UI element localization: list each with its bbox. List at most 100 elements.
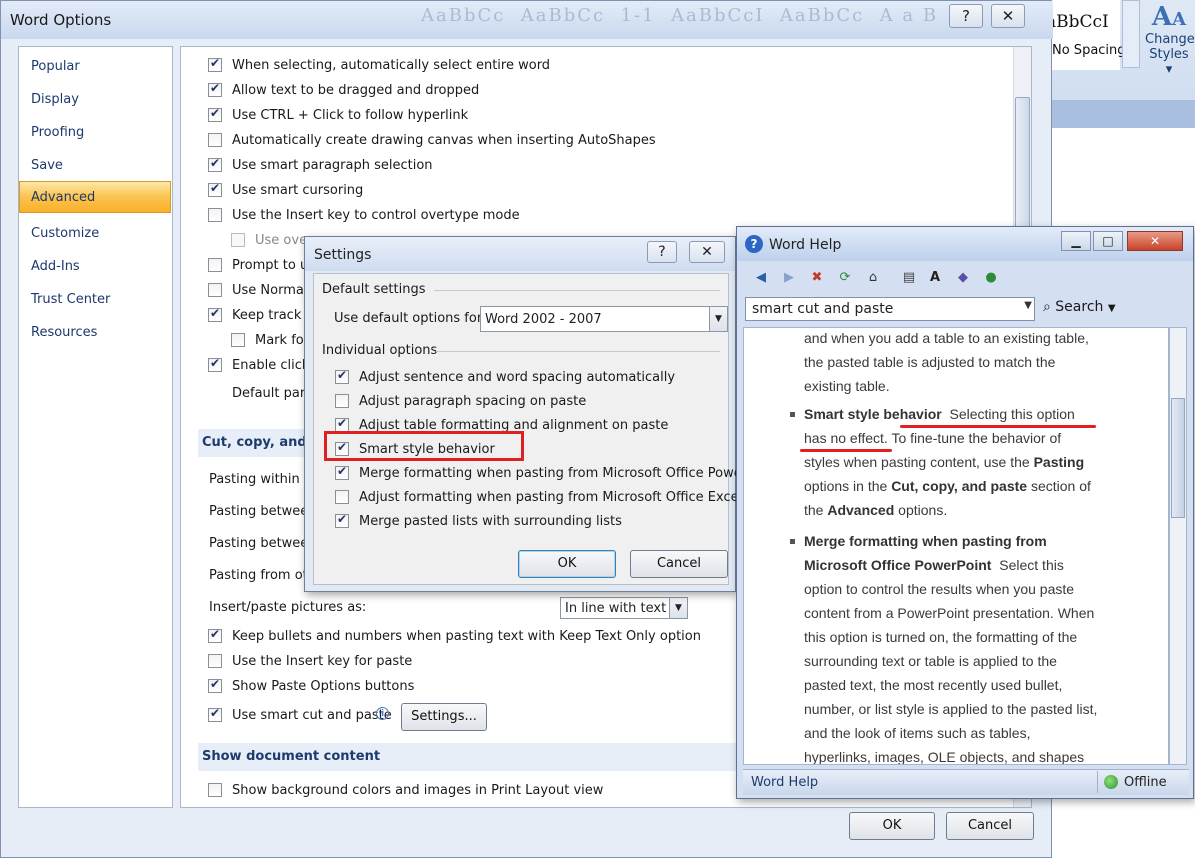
option-label: Allow text to be dragged and dropped: [232, 83, 480, 98]
checkbox[interactable]: [208, 627, 222, 643]
search-value: smart cut and paste: [752, 301, 894, 317]
checkbox[interactable]: [335, 416, 349, 432]
option-label: Use smart cursoring: [232, 183, 364, 198]
checkbox[interactable]: [208, 356, 222, 372]
checkbox[interactable]: [208, 56, 222, 72]
home-icon[interactable]: ⌂: [863, 268, 883, 288]
option-label: Use the Insert key to control overtype m…: [232, 208, 520, 223]
nav-popular[interactable]: Popular: [31, 59, 80, 74]
text-line: number, or list style is applied to the …: [804, 701, 1098, 717]
text: the: [804, 502, 824, 518]
smart-style-paragraph: Smart style behavior Selecting this opti…: [804, 402, 1124, 522]
styles-scroll-buttons[interactable]: [1122, 0, 1140, 68]
close-button[interactable]: ✕: [689, 241, 725, 263]
checkbox[interactable]: [208, 283, 222, 297]
help-button[interactable]: ?: [949, 4, 983, 28]
nav-trust-center[interactable]: Trust Center: [31, 292, 110, 307]
chevron-down-icon: ▼: [1107, 303, 1116, 314]
default-options-select[interactable]: Word 2002 - 2007 ▼: [480, 306, 728, 332]
nav-resources[interactable]: Resources: [31, 325, 97, 340]
ok-button[interactable]: OK: [849, 812, 935, 840]
pin-icon[interactable]: ●: [981, 268, 1001, 288]
refresh-icon[interactable]: ⟳: [835, 268, 855, 288]
back-icon[interactable]: ◀: [751, 268, 771, 288]
paste-setting-label: Pasting from oth: [209, 568, 317, 583]
checkbox[interactable]: [208, 133, 222, 147]
option-label: Adjust paragraph spacing on paste: [359, 394, 587, 409]
checkbox[interactable]: [208, 156, 222, 172]
option-label: Use smart cut and paste: [232, 708, 392, 723]
search-button[interactable]: ⌕ Search ▼: [1043, 299, 1116, 315]
close-button[interactable]: ✕: [1127, 231, 1183, 251]
info-icon[interactable]: i: [376, 707, 389, 720]
checkbox[interactable]: [208, 258, 222, 272]
checkbox[interactable]: [231, 333, 245, 347]
close-button[interactable]: ✕: [991, 4, 1025, 28]
chevron-down-icon[interactable]: ▼: [669, 598, 687, 618]
section-title: Show document content: [202, 749, 381, 764]
nav-advanced[interactable]: Advanced: [19, 181, 171, 213]
text-line: this option is turned on, the formatting…: [804, 629, 1078, 645]
checkbox[interactable]: [208, 706, 222, 722]
nav-display[interactable]: Display: [31, 92, 79, 107]
help-titlebar[interactable]: ? Word Help ▁ □ ✕: [737, 227, 1193, 261]
checkbox[interactable]: [208, 306, 222, 322]
checkbox[interactable]: [335, 490, 349, 504]
text: section of: [1030, 478, 1091, 494]
chevron-down-icon[interactable]: ▼: [709, 307, 727, 331]
ok-button[interactable]: OK: [518, 550, 616, 578]
text-line: pasted text, the most recently used bull…: [804, 677, 1063, 693]
maximize-button[interactable]: □: [1093, 231, 1123, 251]
settings-button[interactable]: Settings...: [401, 703, 487, 731]
scrollbar-thumb[interactable]: [1171, 398, 1185, 518]
connection-status[interactable]: Offline: [1097, 771, 1187, 793]
group-divider: [434, 290, 720, 291]
book-icon[interactable]: ◆: [953, 268, 973, 288]
settings-titlebar[interactable]: Settings ? ✕: [305, 237, 735, 271]
nav-save[interactable]: Save: [31, 158, 63, 173]
options-nav: Popular Display Proofing Save Advanced C…: [18, 46, 173, 808]
option-label: Merge formatting when pasting from Micro…: [359, 466, 780, 481]
text-line: option to control the results when you p…: [804, 581, 1075, 597]
paste-setting-label: Pasting between: [209, 504, 317, 519]
checkbox[interactable]: [208, 181, 222, 197]
style-no-spacing[interactable]: No Spacing: [1052, 43, 1126, 58]
cancel-button[interactable]: Cancel: [946, 812, 1034, 840]
print-icon[interactable]: ▤: [899, 268, 919, 288]
cancel-button[interactable]: Cancel: [630, 550, 728, 578]
word-options-titlebar[interactable]: Word Options AaBbCc AaBbCc 1-1 AaBbCcI A…: [1, 1, 1053, 39]
checkbox[interactable]: [335, 464, 349, 480]
option-label: Merge pasted lists with surrounding list…: [359, 514, 622, 529]
term-title: Smart style behavior: [804, 406, 942, 422]
select-value: In line with text: [565, 601, 667, 616]
help-search-input[interactable]: smart cut and paste ▼: [745, 297, 1035, 321]
insert-pictures-select[interactable]: In line with text ▼: [560, 597, 688, 619]
forward-icon[interactable]: ▶: [779, 268, 799, 288]
option-label: Automatically create drawing canvas when…: [232, 133, 656, 148]
nav-customize[interactable]: Customize: [31, 226, 99, 241]
checkbox[interactable]: [208, 208, 222, 222]
select-value: Word 2002 - 2007: [485, 312, 602, 327]
stop-icon[interactable]: ✖: [807, 268, 827, 288]
nav-proofing[interactable]: Proofing: [31, 125, 84, 140]
change-styles-button[interactable]: AA Change Styles ▾: [1145, 2, 1195, 77]
checkbox[interactable]: [208, 654, 222, 668]
checkbox[interactable]: [208, 106, 222, 122]
checkbox[interactable]: [335, 512, 349, 528]
help-scrollbar[interactable]: [1169, 327, 1187, 765]
help-button[interactable]: ?: [647, 241, 677, 263]
term-title: Microsoft Office PowerPoint: [804, 557, 992, 573]
chevron-down-icon[interactable]: ▼: [1024, 300, 1032, 311]
checkbox[interactable]: [208, 783, 222, 797]
option-label: Use CTRL + Click to follow hyperlink: [232, 108, 469, 123]
word-help-window: ? Word Help ▁ □ ✕ ◀ ▶ ✖ ⟳ ⌂ ▤ A ◆ ● smar…: [736, 226, 1194, 799]
option-label: Use the Insert key for paste: [232, 654, 413, 669]
checkbox[interactable]: [335, 368, 349, 384]
nav-add-ins[interactable]: Add-Ins: [31, 259, 80, 274]
minimize-button[interactable]: ▁: [1061, 231, 1091, 251]
text-size-icon[interactable]: A: [925, 268, 945, 288]
status-word-help[interactable]: Word Help: [751, 775, 818, 790]
checkbox[interactable]: [208, 677, 222, 693]
checkbox[interactable]: [208, 81, 222, 97]
checkbox[interactable]: [335, 394, 349, 408]
